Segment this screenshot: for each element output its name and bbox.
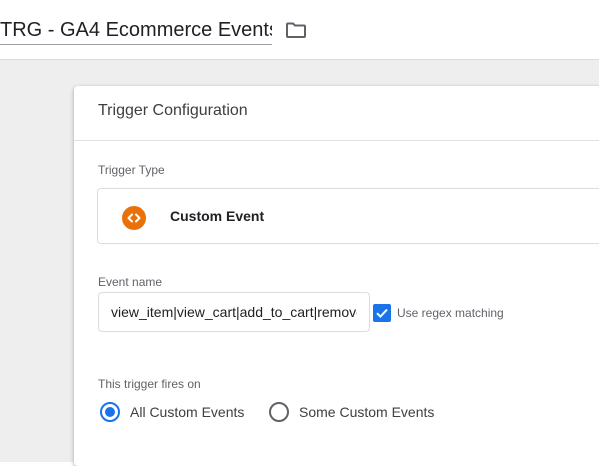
folder-icon[interactable] (284, 18, 308, 42)
fires-on-label: This trigger fires on (98, 377, 201, 391)
radio-dot (105, 407, 115, 417)
checkbox-checked-icon[interactable] (373, 304, 391, 322)
divider (74, 140, 599, 141)
radio-selected-icon[interactable] (100, 402, 120, 422)
trigger-configuration-card: Trigger Configuration Trigger Type Custo… (74, 86, 599, 466)
regex-label: Use regex matching (397, 306, 504, 320)
code-brackets-icon (122, 206, 146, 230)
trigger-name-field[interactable]: TRG - GA4 Ecommerce Events (0, 16, 272, 45)
trigger-type-selector[interactable]: Custom Event (97, 188, 599, 244)
radio-label: Some Custom Events (299, 404, 435, 420)
trigger-type-label: Trigger Type (98, 163, 165, 177)
top-bar: TRG - GA4 Ecommerce Events (0, 0, 599, 60)
radio-label: All Custom Events (130, 404, 245, 420)
radio-unselected-icon[interactable] (269, 402, 289, 422)
card-title: Trigger Configuration (98, 102, 248, 119)
trigger-type-name: Custom Event (170, 208, 265, 224)
event-name-label: Event name (98, 275, 163, 289)
event-name-input[interactable] (98, 292, 370, 332)
